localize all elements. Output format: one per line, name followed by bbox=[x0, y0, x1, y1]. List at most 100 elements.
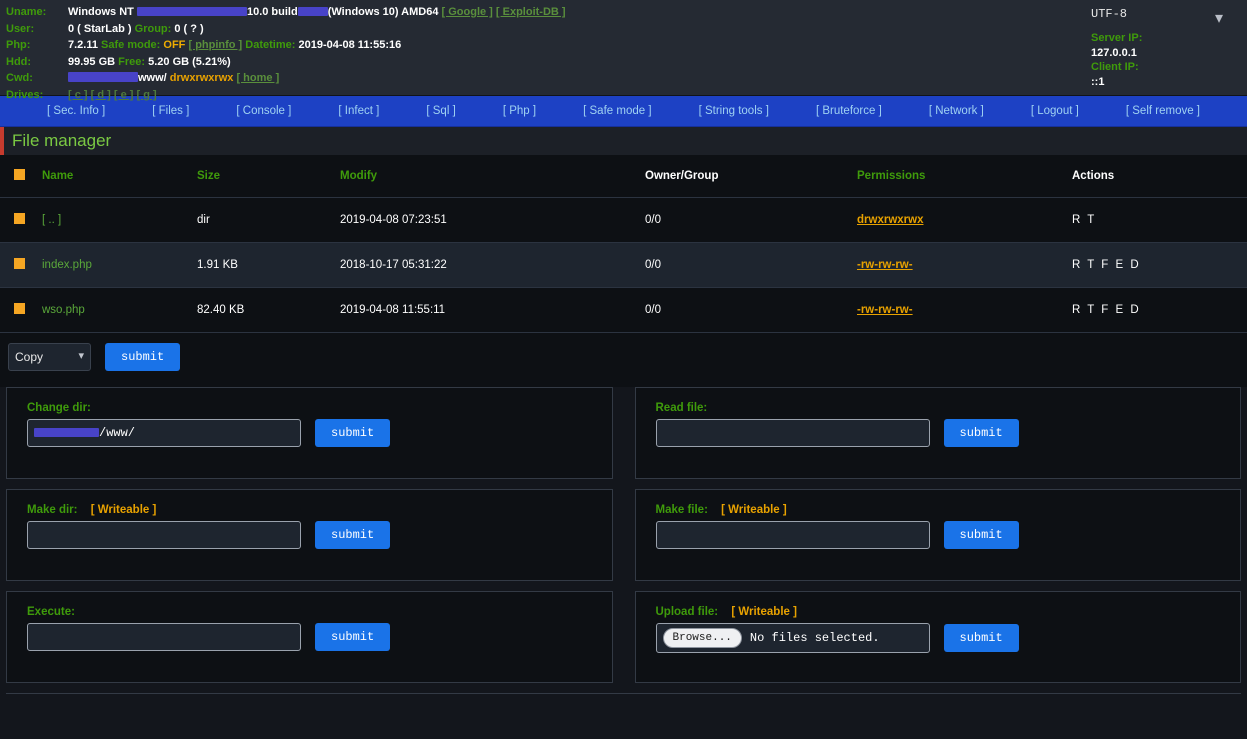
nav-item-files[interactable]: [ Files ] bbox=[152, 105, 189, 117]
row-checkbox[interactable] bbox=[14, 303, 25, 314]
row-modify: 2018-10-17 05:31:22 bbox=[340, 243, 645, 288]
permissions-link[interactable]: -rw-rw-rw- bbox=[857, 259, 913, 271]
make-dir-input[interactable] bbox=[27, 521, 301, 549]
make-dir-label-text: Make dir: bbox=[27, 504, 78, 516]
header-right-panel: UTF-8 ▾ Server IP: 127.0.0.1 Client IP: … bbox=[1081, 4, 1241, 89]
nav-item-sec-info[interactable]: [ Sec. Info ] bbox=[47, 105, 105, 117]
nav-item-sql[interactable]: [ Sql ] bbox=[426, 105, 455, 117]
column-header-modify[interactable]: Modify bbox=[340, 155, 645, 198]
nav-item-infect[interactable]: [ Infect ] bbox=[338, 105, 379, 117]
column-header-actions: Actions bbox=[1072, 155, 1247, 198]
panel-row-3: Execute: submit Upload file: [ Writeable… bbox=[6, 591, 1241, 683]
file-name-link[interactable]: [ .. ] bbox=[42, 214, 61, 226]
column-header-name[interactable]: Name bbox=[42, 155, 197, 198]
row-permissions-cell: -rw-rw-rw- bbox=[857, 288, 1072, 333]
row-checkbox-cell bbox=[0, 288, 42, 333]
upload-file-label-text: Upload file: bbox=[656, 606, 719, 618]
datetime-label: Datetime: bbox=[245, 39, 295, 51]
encoding-select[interactable]: UTF-8 bbox=[1091, 5, 1211, 23]
system-info-header: Uname: Windows NT 10.0 build(Windows 10)… bbox=[0, 0, 1247, 96]
row-actions[interactable]: R T F E D bbox=[1072, 243, 1247, 288]
datetime-value: 2019-04-08 11:55:16 bbox=[298, 39, 401, 51]
read-file-label: Read file: bbox=[656, 402, 1241, 414]
nav-item-network[interactable]: [ Network ] bbox=[929, 105, 984, 117]
browse-button[interactable]: Browse... bbox=[663, 628, 742, 648]
php-label: Php: bbox=[6, 37, 68, 54]
row-actions[interactable]: R T bbox=[1072, 198, 1247, 243]
execute-submit-button[interactable]: submit bbox=[315, 623, 390, 651]
read-file-input[interactable] bbox=[656, 419, 930, 447]
bulk-action-submit-button[interactable]: submit bbox=[105, 343, 180, 371]
read-file-submit-button[interactable]: submit bbox=[944, 419, 1019, 447]
google-link[interactable]: [ Google ] bbox=[442, 6, 493, 18]
phpinfo-link[interactable]: [ phpinfo ] bbox=[188, 39, 242, 51]
drive-link-g[interactable]: [ g ] bbox=[136, 89, 156, 101]
bulk-action-select[interactable]: Copy bbox=[8, 343, 91, 371]
column-header-permissions[interactable]: Permissions bbox=[857, 155, 1072, 198]
table-row[interactable]: [ .. ] dir 2019-04-08 07:23:51 0/0 drwxr… bbox=[0, 198, 1247, 243]
nav-item-logout[interactable]: [ Logout ] bbox=[1031, 105, 1079, 117]
info-row-drives: Drives: [ c ] [ d ] [ e ] [ g ] bbox=[6, 87, 566, 104]
file-name-link[interactable]: wso.php bbox=[42, 304, 85, 316]
make-file-submit-button[interactable]: submit bbox=[944, 521, 1019, 549]
execute-panel: Execute: submit bbox=[6, 591, 613, 683]
nav-item-console[interactable]: [ Console ] bbox=[236, 105, 291, 117]
row-actions[interactable]: R T F E D bbox=[1072, 288, 1247, 333]
file-input-wrapper[interactable]: Browse... No files selected. bbox=[656, 623, 930, 653]
redacted-path-prefix bbox=[34, 428, 99, 437]
client-ip-label: Client IP: bbox=[1091, 60, 1241, 75]
file-name-link[interactable]: index.php bbox=[42, 259, 92, 271]
column-header-size[interactable]: Size bbox=[197, 155, 340, 198]
change-dir-panel: Change dir: /www/ submit bbox=[6, 387, 613, 479]
hdd-value: 99.95 GB Free: 5.20 GB (5.21%) bbox=[68, 54, 566, 71]
nav-item-bruteforce[interactable]: [ Bruteforce ] bbox=[816, 105, 882, 117]
info-row-cwd: Cwd: www/ drwxrwxrwx [ home ] bbox=[6, 70, 566, 87]
permissions-link[interactable]: drwxrwxrwx bbox=[857, 214, 923, 226]
permissions-link[interactable]: -rw-rw-rw- bbox=[857, 304, 913, 316]
drive-link-d[interactable]: [ d ] bbox=[91, 89, 111, 101]
make-dir-submit-button[interactable]: submit bbox=[315, 521, 390, 549]
make-file-input[interactable] bbox=[656, 521, 930, 549]
cwd-permissions: drwxrwxrwx bbox=[170, 72, 234, 84]
make-file-panel: Make file: [ Writeable ] submit bbox=[635, 489, 1242, 581]
make-file-label: Make file: [ Writeable ] bbox=[656, 504, 1241, 516]
home-link[interactable]: [ home ] bbox=[236, 72, 279, 84]
table-row[interactable]: index.php 1.91 KB 2018-10-17 05:31:22 0/… bbox=[0, 243, 1247, 288]
row-checkbox[interactable] bbox=[14, 258, 25, 269]
safe-mode-value: OFF bbox=[163, 39, 185, 51]
change-dir-input[interactable]: /www/ bbox=[27, 419, 301, 447]
php-value: 7.2.11 Safe mode: OFF [ phpinfo ] Dateti… bbox=[68, 37, 566, 54]
nav-item-php[interactable]: [ Php ] bbox=[503, 105, 536, 117]
upload-file-line: Browse... No files selected. submit bbox=[656, 623, 1241, 653]
chevron-down-icon: ▾ bbox=[1215, 8, 1223, 28]
execute-input[interactable] bbox=[27, 623, 301, 651]
row-checkbox-cell bbox=[0, 243, 42, 288]
redacted-hostname bbox=[137, 7, 247, 16]
group-label: Group: bbox=[135, 23, 172, 35]
drives-value: [ c ] [ d ] [ e ] [ g ] bbox=[68, 87, 566, 104]
row-size: 1.91 KB bbox=[197, 243, 340, 288]
user-value: 0 ( StarLab ) Group: 0 ( ? ) bbox=[68, 21, 566, 38]
upload-file-submit-button[interactable]: submit bbox=[944, 624, 1019, 652]
cwd-path-suffix: www/ bbox=[138, 72, 167, 84]
row-owner-group: 0/0 bbox=[645, 198, 857, 243]
bulk-action-select-wrapper: Copy ▾ bbox=[8, 343, 91, 371]
read-file-panel: Read file: submit bbox=[635, 387, 1242, 479]
redacted-build-number bbox=[298, 7, 328, 16]
table-row[interactable]: wso.php 82.40 KB 2019-04-08 11:55:11 0/0… bbox=[0, 288, 1247, 333]
drive-link-e[interactable]: [ e ] bbox=[114, 89, 134, 101]
drive-link-c[interactable]: [ c ] bbox=[68, 89, 88, 101]
upload-file-label: Upload file: [ Writeable ] bbox=[656, 606, 1241, 618]
nav-item-safe-mode[interactable]: [ Safe mode ] bbox=[583, 105, 651, 117]
nav-item-string-tools[interactable]: [ String tools ] bbox=[699, 105, 769, 117]
row-checkbox[interactable] bbox=[14, 213, 25, 224]
change-dir-submit-button[interactable]: submit bbox=[315, 419, 390, 447]
php-version: 7.2.11 bbox=[68, 39, 98, 51]
uname-edition: (Windows 10) AMD64 bbox=[328, 6, 439, 18]
row-name-cell: [ .. ] bbox=[42, 198, 197, 243]
no-file-selected-text: No files selected. bbox=[750, 631, 880, 645]
exploit-db-link[interactable]: [ Exploit-DB ] bbox=[496, 6, 566, 18]
nav-item-self-remove[interactable]: [ Self remove ] bbox=[1126, 105, 1200, 117]
row-permissions-cell: drwxrwxrwx bbox=[857, 198, 1072, 243]
select-all-checkbox[interactable] bbox=[14, 169, 25, 180]
